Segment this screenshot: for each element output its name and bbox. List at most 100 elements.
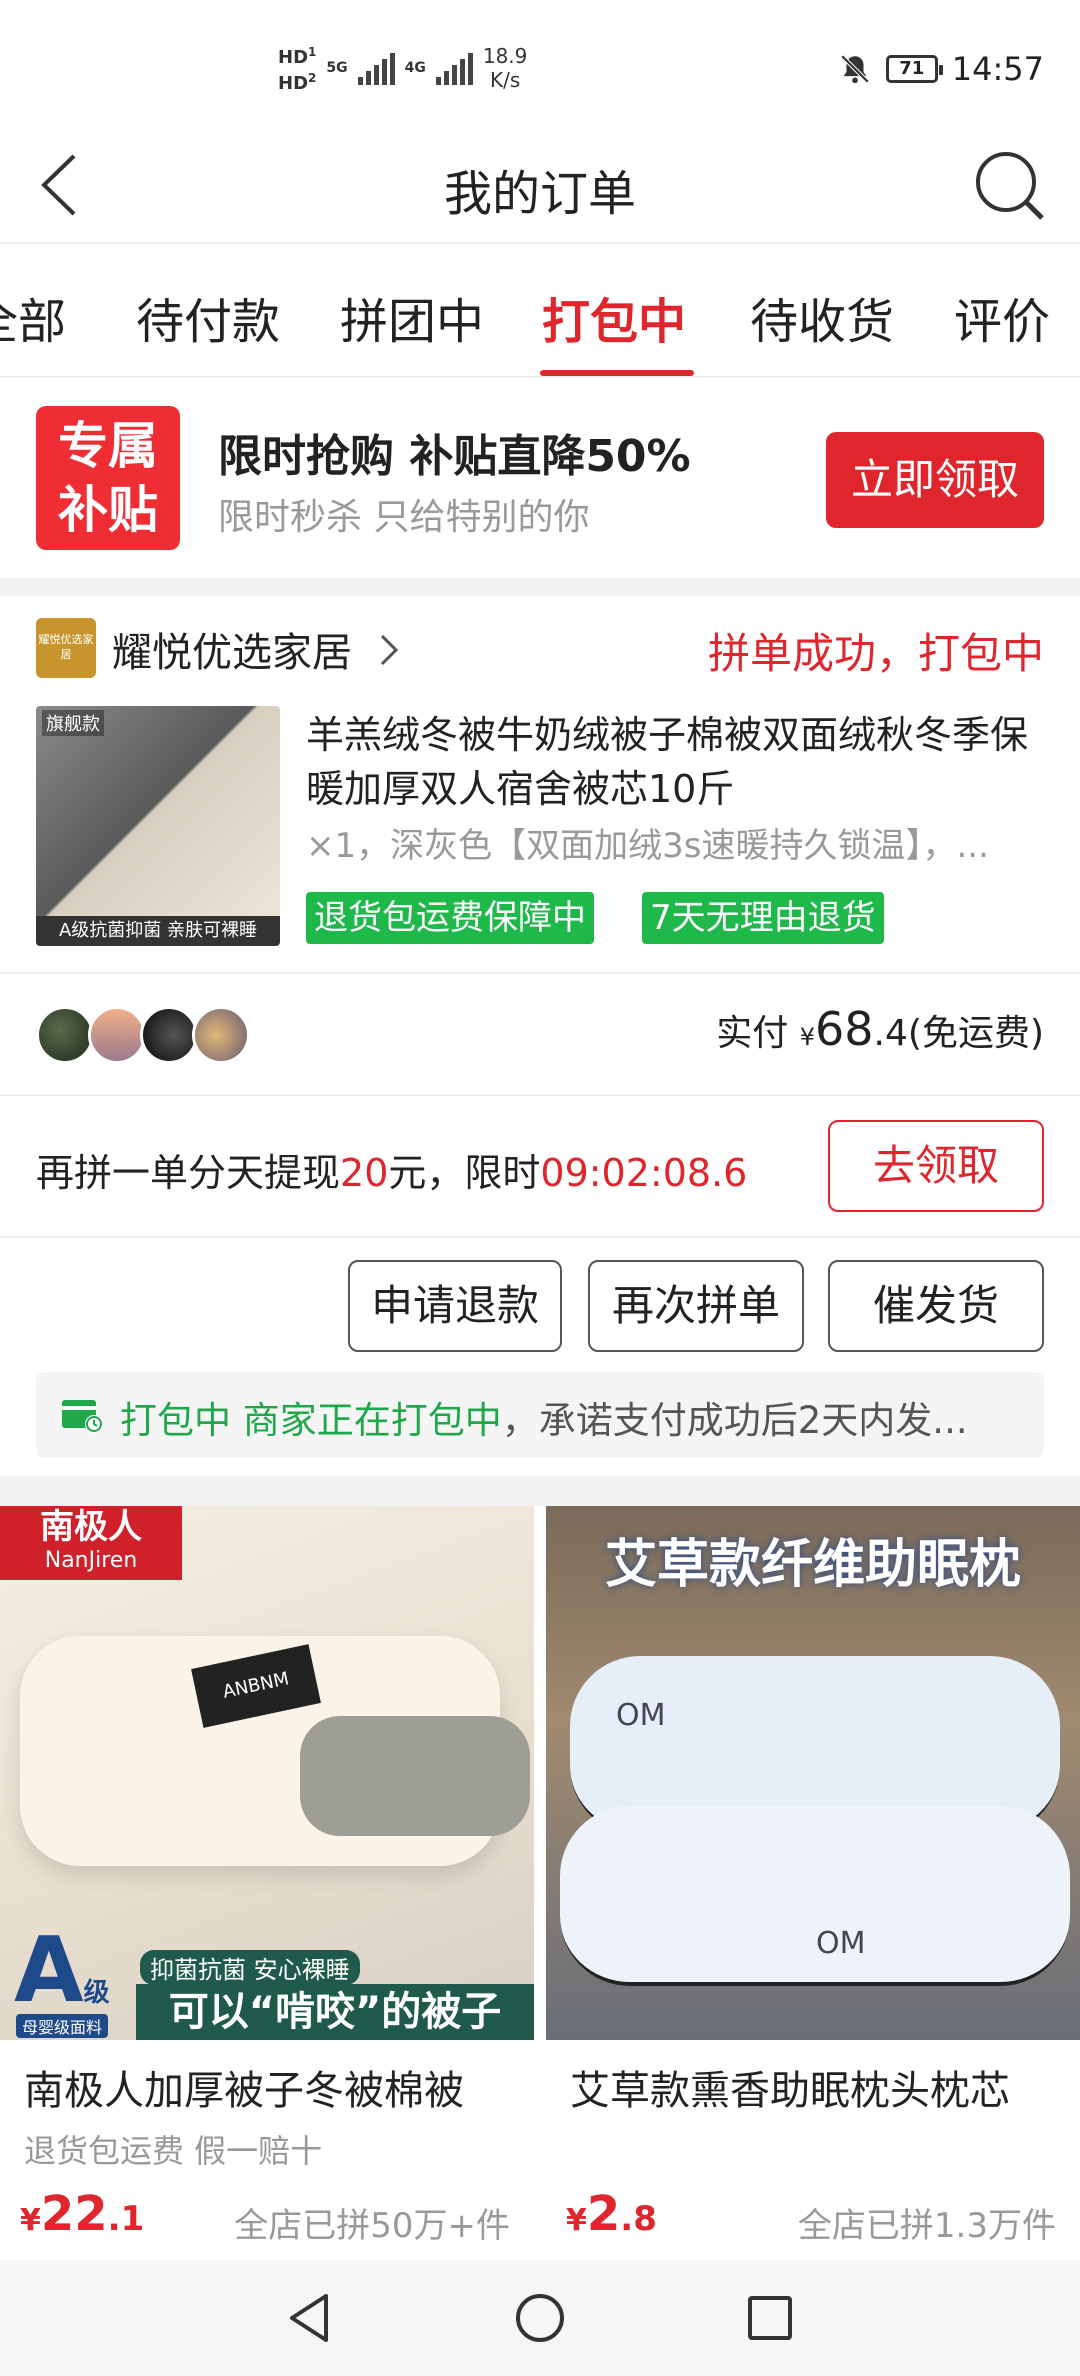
promo-title: 限时抢购 补贴直降50% [218,431,691,482]
regroup-again-button[interactable]: 再次拼单 [588,1260,804,1352]
speed-unit: K/s [489,68,521,92]
order-card: 耀悦优选家居 耀悦优选家居 拼单成功，打包中 旗舰款 A级抗菌抑菌 亲肤可裸睡 … [0,596,1080,1476]
nav-home-icon[interactable] [510,2288,570,2348]
image-caption-small: 抑菌抗菌 安心裸睡 [140,1950,360,1985]
tab-all[interactable]: 全部 [0,282,66,352]
grade-note: 母婴级面料 [16,2014,109,2038]
currency-symbol: ¥ [20,2203,41,2238]
price-decimal: .4 [873,1013,908,1054]
go-claim-button[interactable]: 去领取 [828,1120,1044,1212]
shipping-status-bar[interactable]: 打包中 商家正在打包中，承诺支付成功后2天内发... [36,1372,1044,1458]
nav-back-icon[interactable] [280,2288,340,2348]
sold-count: 全店已拼1.3万件 [797,2206,1056,2246]
hd-label: HD [278,73,309,94]
shop-logo: 耀悦优选家居 [36,618,96,678]
section-divider [0,1476,1080,1506]
grade-letter: A [14,1918,84,2023]
recommendation-name: 南极人加厚被子冬被棉被 [24,2068,464,2114]
ship-status: 打包中 [120,1399,231,1442]
sim-label: 1 [308,45,317,59]
divider [0,972,1080,974]
price-integer: 2 [586,2186,621,2242]
recommendation-image: 南极人 NanJiren ANBNM A级 母婴级面料 抑菌抗菌 安心裸睡 可以… [0,1506,534,2040]
divider [0,1094,1080,1096]
tab-review[interactable]: 评价 [954,282,1050,352]
grade-badge: A级 [14,1926,110,2016]
claim-now-button[interactable]: 立即领取 [826,432,1044,528]
active-tab-indicator [540,370,694,376]
regroup-offer: 再拼一单分天提现20元，限时09:02:08.6 [36,1142,747,1197]
sold-count: 全店已拼50万+件 [234,2206,510,2246]
shipping-status-text: 打包中 商家正在打包中，承诺支付成功后2天内发... [120,1390,1020,1444]
status-bar-left: HD1 HD2 5G 4G 18.9 K/s [278,42,527,94]
urge-shipment-button[interactable]: 催发货 [828,1260,1044,1352]
image-caption: 可以“啃咬”的被子 [136,1984,534,2040]
recommendation-name: 艾草款熏香助眠枕头枕芯 [570,2068,1010,2114]
currency-symbol: ¥ [566,2203,587,2238]
avatar [36,1006,94,1064]
seven-day-return-badge: 7天无理由退货 [642,892,884,944]
image-title: 艾草款纤维助眠枕 [604,1535,1021,1595]
ship-detail: ，承诺支付成功后2天内发... [501,1399,968,1442]
recommendation-card[interactable]: 艾草款纤维助眠枕 OM OM 艾草款熏香助眠枕头枕芯 ¥2.8 全店已拼1.3万… [546,1506,1080,2260]
price-integer: 22 [40,2186,108,2242]
tab-group-buying[interactable]: 拼团中 [340,282,484,352]
status-bar: HD1 HD2 5G 4G 18.9 K/s 71 14:57 [0,0,1080,130]
chevron-right-icon[interactable] [378,630,400,670]
search-icon[interactable] [970,146,1050,226]
sim-label: 2 [308,71,317,85]
badge-line-1: 专属 [58,417,158,475]
recommendation-tags: 退货包运费 假一赔十 [24,2132,323,2170]
product-title[interactable]: 羊羔绒冬被牛奶绒被子棉被双面绒秋冬季保暖加厚双人宿舍被芯10斤 [306,708,1046,816]
request-refund-button[interactable]: 申请退款 [348,1260,562,1352]
signal-icon [435,51,473,85]
price-decimal: .1 [107,2199,145,2239]
grade-suffix: 级 [83,1978,110,2008]
brand-tag-zh: 南极人 [40,1507,142,1547]
network-speed: 18.9 K/s [483,44,528,92]
image-footer: A级抗菌抑菌 亲肤可裸睡 [36,916,280,946]
avatar [140,1006,198,1064]
order-status: 拼单成功，打包中 [707,629,1044,678]
shipping-note: (免运费) [907,1013,1044,1054]
page-title: 我的订单 [443,166,636,222]
nav-recents-icon[interactable] [740,2288,800,2348]
clock: 14:57 [951,50,1044,88]
promo-subtitle: 限时秒杀 只给特别的你 [218,497,590,538]
currency-symbol: ¥ [799,1023,815,1051]
pillow-logo: OM [816,1926,866,1961]
battery-icon: 71 [885,55,943,83]
hd-label: HD [278,47,309,68]
tab-pending-payment[interactable]: 待付款 [136,282,280,352]
product-sku: ×1，深灰色【双面加绒3s速暖持久锁温】，... [306,826,989,866]
paid-amount: 实付 ¥68.4(免运费) [716,1002,1044,1056]
shop-name[interactable]: 耀悦优选家居 [112,620,352,678]
speed-value: 18.9 [482,44,528,68]
pillow-logo: OM [616,1698,666,1733]
recommendation-price: ¥22.1 [20,2186,144,2242]
network-type-label: 4G [404,60,426,76]
brand-tag: 南极人 NanJiren [0,1506,182,1580]
price-decimal: .8 [620,2199,657,2239]
tab-pending-receipt[interactable]: 待收货 [750,282,894,352]
regroup-mid: 元，限时 [388,1151,541,1195]
subsidy-badge: 专属 补贴 [36,406,180,550]
group-avatars [36,1006,250,1064]
ship-detail-highlight: 商家正在打包中 [242,1399,502,1442]
recommendation-price: ¥2.8 [566,2186,657,2242]
order-tabs: 全部 待付款 拼团中 打包中 待收货 评价 [0,246,1080,378]
signal-icon [357,51,395,85]
nav-bar: 我的订单 [0,130,1080,244]
network-type-label: 5G [326,60,348,76]
product-image[interactable]: 旗舰款 A级抗菌抑菌 亲肤可裸睡 [36,706,280,946]
section-divider [0,578,1080,596]
promo-banner: 专属 补贴 限时抢购 补贴直降50% 限时秒杀 只给特别的你 立即领取 [0,380,1080,580]
tab-packing[interactable]: 打包中 [542,282,686,352]
regroup-amount: 20 [340,1151,389,1195]
hd-indicators: HD1 HD2 [278,42,316,94]
recommendation-card[interactable]: 南极人 NanJiren ANBNM A级 母婴级面料 抑菌抗菌 安心裸睡 可以… [0,1506,534,2260]
recommendation-image: 艾草款纤维助眠枕 OM OM [546,1506,1080,2040]
system-navigation-bar [0,2260,1080,2376]
brand-tag-en: NanJiren [44,1548,138,1573]
package-clock-icon [62,1400,103,1433]
